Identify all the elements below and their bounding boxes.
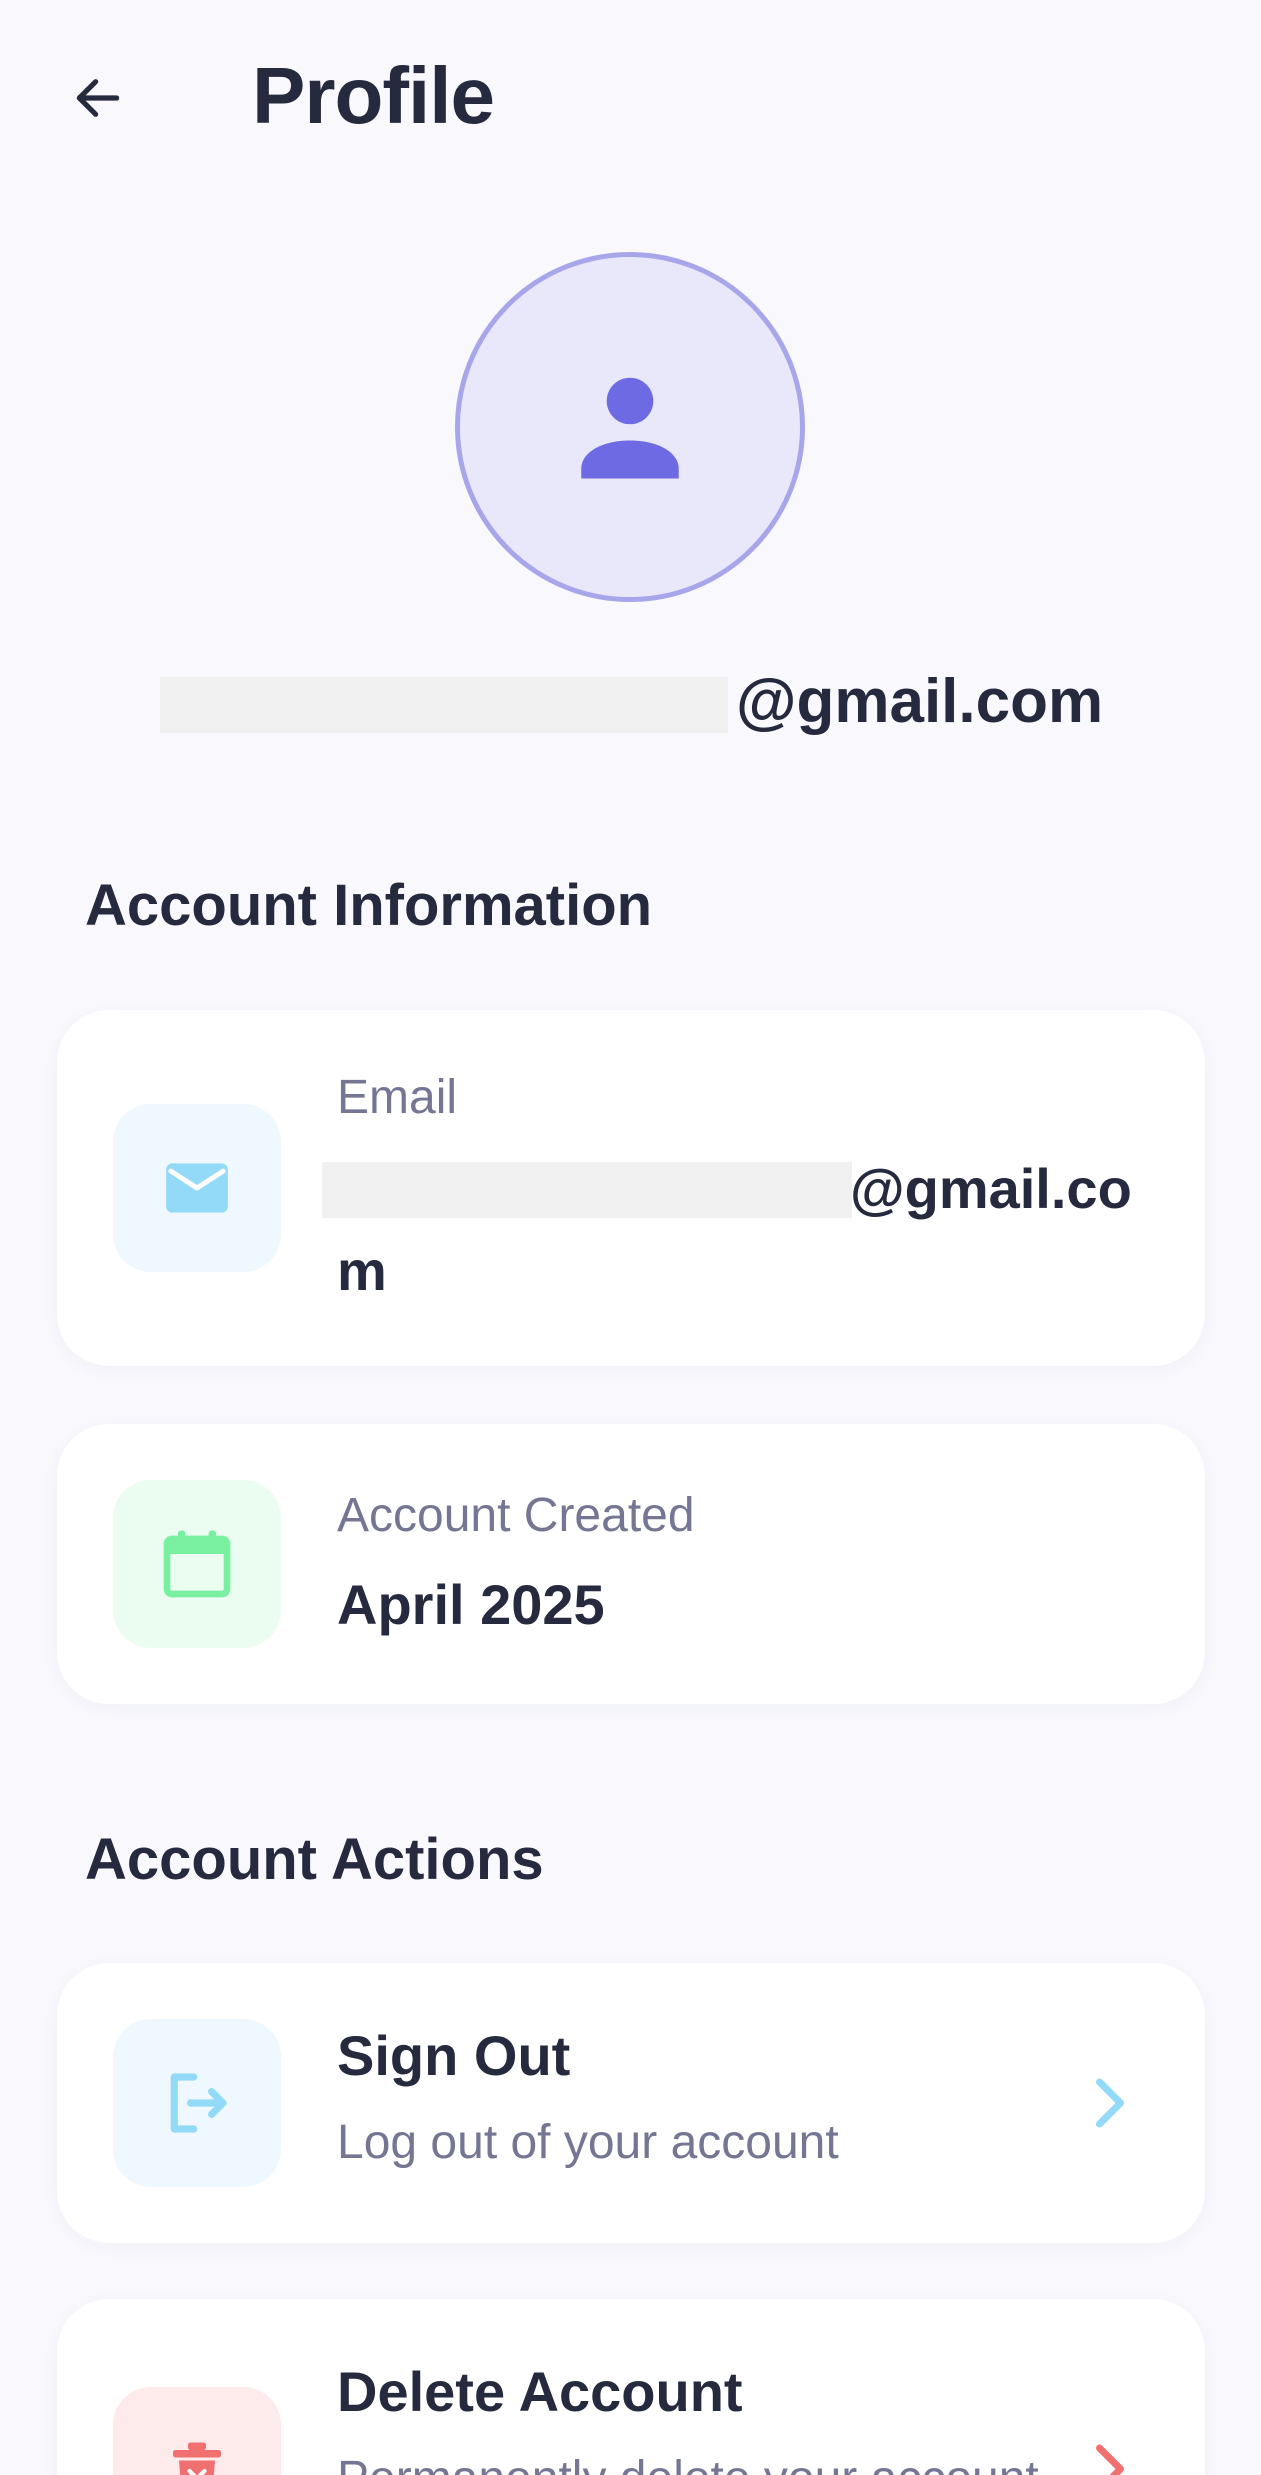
envelope-icon — [166, 1163, 228, 1213]
sign-out-button[interactable]: Sign Out Log out of your account — [57, 1963, 1205, 2243]
email-icon-tile — [113, 1104, 281, 1272]
account-created-card: Account Created April 2025 — [57, 1424, 1205, 1704]
trash-icon — [173, 2442, 221, 2475]
account-created-value: April 2025 — [337, 1573, 605, 1636]
redacted-email-local-part — [160, 677, 728, 733]
user-email: @gmail.com — [0, 660, 1261, 750]
delete-account-title: Delete Account — [337, 2360, 743, 2423]
delete-account-button[interactable]: Delete Account Permanently delete your a… — [57, 2299, 1205, 2475]
arrow-left-icon — [76, 79, 120, 117]
back-button[interactable] — [60, 60, 136, 136]
sign-out-title: Sign Out — [337, 2024, 571, 2087]
section-title-account-actions: Account Actions — [85, 1827, 544, 1892]
page-title: Profile — [252, 51, 495, 140]
calendar-icon-tile — [113, 1480, 281, 1648]
account-created-label: Account Created — [337, 1489, 695, 1542]
header: Profile — [0, 0, 1261, 200]
profile-screen: Profile @gmail.com Account Information E… — [0, 0, 1261, 2475]
email-value-wrap: m — [337, 1239, 387, 1302]
calendar-icon — [163, 1530, 231, 1598]
logout-icon-tile — [113, 2019, 281, 2187]
email-card: Email @gmail.co m — [57, 1010, 1205, 1366]
delete-account-subtitle: Permanently delete your account — [337, 2451, 1039, 2475]
email-label: Email — [337, 1071, 458, 1124]
trash-icon-tile — [113, 2387, 281, 2475]
chevron-right-icon — [1085, 2073, 1135, 2133]
email-value-domain: @gmail.co — [850, 1157, 1132, 1220]
person-icon — [581, 377, 679, 479]
redacted-email-local-part — [322, 1162, 852, 1218]
sign-out-subtitle: Log out of your account — [337, 2116, 839, 2169]
logout-icon — [170, 2073, 227, 2133]
avatar[interactable] — [455, 252, 805, 602]
chevron-right-icon — [1085, 2439, 1135, 2475]
section-title-account-information: Account Information — [85, 873, 653, 938]
user-email-domain: @gmail.com — [736, 667, 1104, 736]
